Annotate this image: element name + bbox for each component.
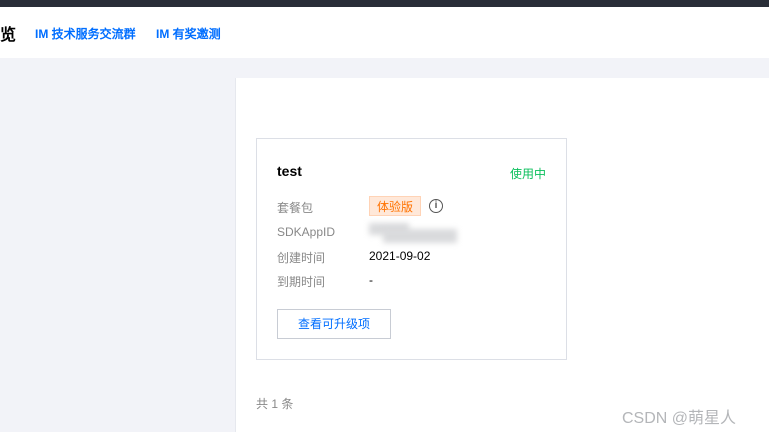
beta-invite-link[interactable]: IM 有奖邀测 xyxy=(156,25,221,42)
pagination-total: 共 1 条 xyxy=(256,397,294,411)
info-icon[interactable]: i xyxy=(429,199,443,213)
status-badge: 使用中 xyxy=(509,167,546,181)
created-label: 创建时间 xyxy=(277,251,326,265)
created-value: 2021-09-02 xyxy=(369,249,431,263)
package-badge: 体验版 xyxy=(369,196,422,216)
top-bar xyxy=(0,0,769,7)
app-name: test xyxy=(277,163,302,179)
tech-group-link[interactable]: IM 技术服务交流群 xyxy=(35,25,136,42)
page-title: 览 xyxy=(0,27,17,44)
sdkappid-label: SDKAppID xyxy=(277,225,336,239)
main-panel: test 使用中 套餐包 体验版 i SDKAppID 创建时间 2021-09… xyxy=(235,78,769,432)
expire-value: - xyxy=(369,273,373,287)
view-upgrades-button[interactable]: 查看可升级项 xyxy=(277,309,391,339)
sdkappid-redacted xyxy=(369,223,457,247)
expire-label: 到期时间 xyxy=(277,275,326,289)
package-label: 套餐包 xyxy=(277,201,314,215)
header: 览 IM 技术服务交流群 IM 有奖邀测 xyxy=(0,7,769,58)
app-card: test 使用中 套餐包 体验版 i SDKAppID 创建时间 2021-09… xyxy=(256,138,567,360)
watermark: CSDN @萌星人 xyxy=(622,410,737,427)
